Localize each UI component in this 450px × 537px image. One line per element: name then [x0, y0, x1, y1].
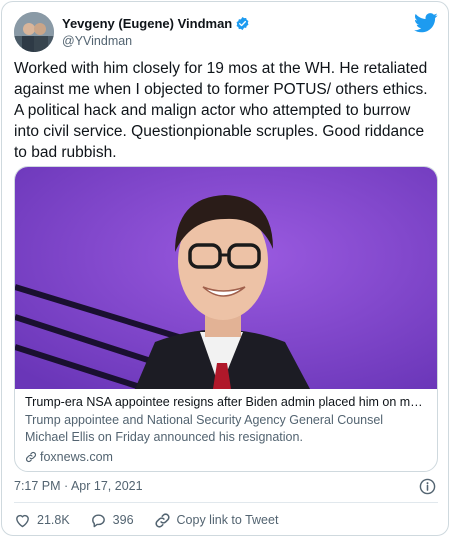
author-avatar[interactable] — [14, 12, 54, 52]
tweet-card: Yevgeny (Eugene) Vindman @YVindman Worke… — [1, 1, 449, 536]
copy-link-label: Copy link to Tweet — [176, 513, 279, 527]
card-text: Trump-era NSA appointee resigns after Bi… — [25, 394, 429, 465]
info-icon[interactable] — [419, 478, 436, 495]
author-handle[interactable]: @YVindman — [62, 34, 250, 48]
copy-link-button[interactable]: Copy link to Tweet — [154, 512, 279, 529]
divider — [14, 502, 438, 503]
reply-count: 396 — [112, 513, 134, 527]
card-title[interactable]: Trump-era NSA appointee resigns after Bi… — [25, 394, 429, 411]
verified-badge-icon — [236, 16, 249, 30]
reply-bubble-icon — [91, 513, 105, 527]
card-domain-text: foxnews.com — [40, 449, 113, 464]
tweet-timestamp[interactable]: 7:17 PM · Apr 17, 2021 — [14, 479, 143, 493]
chain-link-icon — [154, 512, 170, 528]
link-preview-card[interactable]: Trump-era NSA appointee resigns after Bi… — [14, 166, 438, 472]
tweet-header: Yevgeny (Eugene) Vindman @YVindman — [14, 12, 438, 52]
tweet-text: Worked with him closely for 19 mos at th… — [14, 60, 432, 161]
heart-icon — [16, 514, 29, 527]
card-description: Trump appointee and National Security Ag… — [25, 413, 384, 444]
card-image — [15, 167, 437, 389]
tweet-actions: 21.8K 396 Copy link to Tweet — [14, 510, 298, 530]
author-display-name[interactable]: Yevgeny (Eugene) Vindman — [62, 16, 232, 31]
like-count: 21.8K — [37, 513, 70, 527]
card-domain: foxnews.com — [25, 448, 429, 465]
twitter-bird-icon[interactable] — [414, 12, 438, 34]
reply-button[interactable]: 396 — [90, 512, 134, 529]
link-icon — [26, 451, 36, 462]
author-names: Yevgeny (Eugene) Vindman @YVindman — [62, 14, 250, 48]
avatar-image — [14, 12, 54, 52]
like-button[interactable]: 21.8K — [14, 512, 70, 529]
